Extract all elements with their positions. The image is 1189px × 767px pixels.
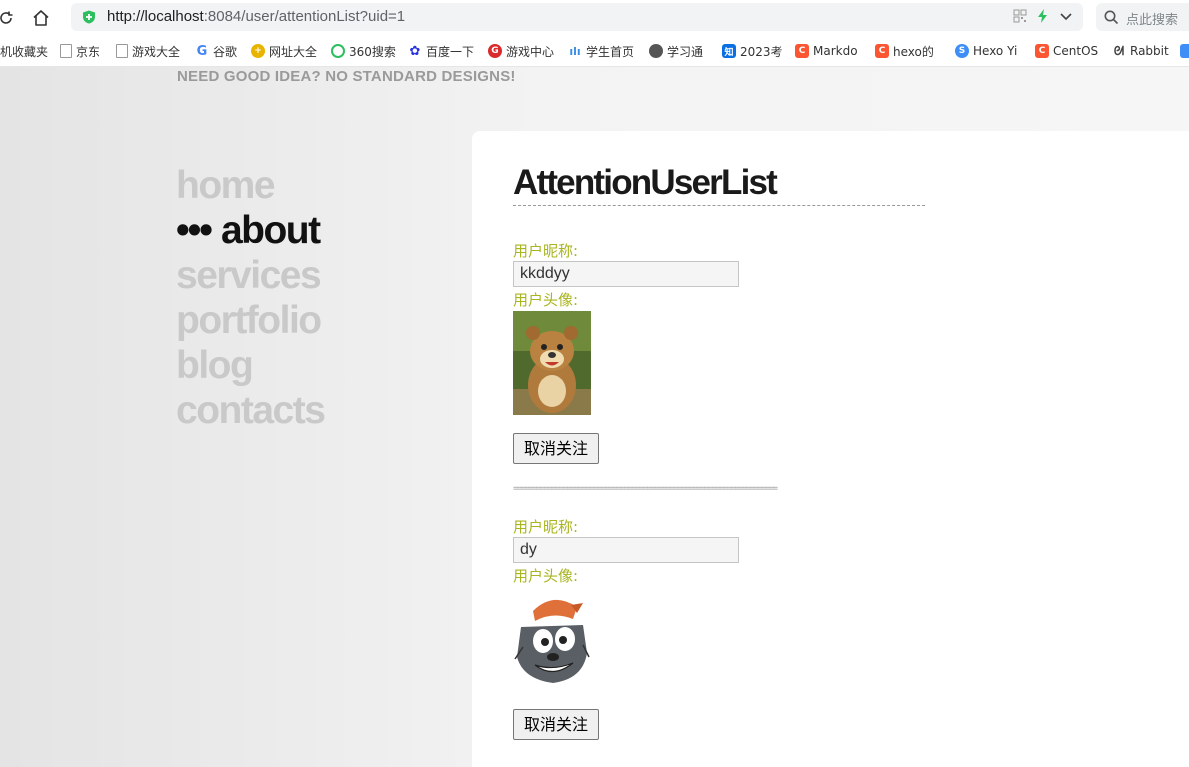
entry-separator: ========================================… — [513, 484, 778, 494]
search-placeholder: 点此搜索 — [1126, 13, 1179, 28]
bookmark-item[interactable]: G 谷歌 — [195, 42, 237, 60]
bookmark-label: 网址大全 — [269, 44, 318, 59]
bookmarks-bar: 机收藏夹 京东 游戏大全 G 谷歌 + 网址大全 360搜索 ✿ 百度一下 G 游戏中心… — [0, 36, 1189, 67]
bookmark-item[interactable]: 京东 — [60, 42, 100, 60]
bookmark-item[interactable]: 知 2023考 — [722, 42, 784, 60]
bookmark-label: 学生首页 — [586, 44, 635, 59]
bookmark-label: 学习通 — [667, 44, 704, 59]
page-icon — [60, 44, 72, 58]
tagline: NEED GOOD IDEA? NO STANDARD DESIGNS! — [177, 68, 516, 85]
bookmark-label: 百度一下 — [426, 44, 475, 59]
bookmark-item[interactable]: G 游戏中心 — [488, 42, 554, 60]
csdn-icon: C — [795, 44, 809, 58]
bookmark-label: 2023考 — [740, 44, 783, 59]
globe-icon — [649, 44, 663, 58]
plus-circle-icon: + — [251, 44, 265, 58]
browser-toolbar: http://localhost:8084/user/attentionList… — [0, 0, 1189, 36]
avatar-label: 用户头像: — [513, 291, 579, 309]
bookmark-item[interactable]: C CentOS — [1035, 42, 1099, 60]
nav-contacts[interactable]: contacts — [176, 388, 326, 433]
nav-blog[interactable]: blog — [176, 343, 324, 388]
url-text: http://localhost:8084/user/attentionList… — [107, 8, 406, 25]
bear-avatar — [513, 311, 591, 415]
nav-portfolio[interactable]: portfolio — [176, 298, 324, 343]
bookmark-item[interactable]: + 网址大全 — [251, 42, 317, 60]
nickname-label: 用户昵称: — [513, 518, 579, 536]
bookmark-label: 游戏大全 — [132, 44, 181, 59]
nav-label: about — [220, 209, 321, 252]
nav-about[interactable]: ••• about — [176, 208, 324, 253]
game-center-icon: G — [488, 44, 502, 58]
bookmark-item[interactable]: ᘛ Rabbit — [1112, 42, 1172, 60]
bookmark-label: 京东 — [76, 44, 101, 59]
bookmark-label: Rabbit — [1130, 44, 1169, 58]
search-icon — [1104, 10, 1119, 25]
page-body: NEED GOOD IDEA? NO STANDARD DESIGNS! hom… — [0, 67, 1189, 767]
nickname-label: 用户昵称: — [513, 242, 579, 260]
reload-icon[interactable] — [0, 6, 18, 30]
bookmark-item[interactable]: Chexo的 — [875, 42, 943, 60]
bookmark-label: 360搜索 — [349, 44, 396, 59]
nickname-field[interactable] — [513, 537, 739, 563]
bars-icon: ılı — [569, 44, 581, 58]
title-divider — [513, 205, 925, 206]
bookmark-label: 游戏中心 — [506, 44, 555, 59]
page-title: AttentionUserList — [513, 163, 778, 202]
lightning-icon[interactable] — [1037, 8, 1049, 27]
page-icon — [116, 44, 128, 58]
unfollow-button[interactable]: 取消关注 — [513, 433, 600, 464]
bookmark-item[interactable]: 游戏大全 — [116, 42, 180, 60]
user-entry: 用户昵称: 用户头像: 取消关注 — [513, 517, 925, 740]
nav-home[interactable]: home — [176, 163, 324, 208]
nav-label: home — [176, 164, 276, 207]
avatar-label: 用户头像: — [513, 567, 579, 585]
qr-code-icon[interactable] — [1013, 8, 1027, 27]
bookmark-item[interactable]: ılı 学生首页 — [568, 42, 636, 60]
s-icon: S — [955, 44, 969, 58]
nickname-field[interactable] — [513, 261, 739, 287]
bookmark-item[interactable]: S Hexo Yi — [955, 42, 1023, 60]
chevron-down-icon[interactable] — [1059, 8, 1073, 27]
bookmark-item[interactable]: ✿ 百度一下 — [408, 42, 474, 60]
nav-services[interactable]: services — [176, 253, 324, 298]
wolf-avatar — [513, 587, 591, 691]
bookmark-item[interactable]: 学习通 — [649, 42, 713, 60]
secure-shield-icon — [83, 10, 95, 24]
google-icon: G — [196, 43, 208, 59]
folder-icon — [1180, 44, 1189, 58]
content-panel: AttentionUserList 用户昵称: 用户头像: — [472, 131, 1189, 767]
bookmark-item[interactable]: C Markdo — [795, 42, 865, 60]
nav-label: services — [176, 254, 322, 297]
zhihu-icon: 知 — [722, 44, 736, 58]
csdn-icon: C — [1035, 44, 1049, 58]
bookmark-label: 谷歌 — [213, 44, 238, 59]
bookmark-label: 机收藏夹 — [0, 44, 49, 59]
360-icon — [331, 44, 345, 58]
bookmark-label: Markdo — [813, 44, 858, 58]
bookmark-label: Hexo Yi — [973, 44, 1018, 58]
unfollow-button[interactable]: 取消关注 — [513, 709, 600, 740]
attention-list: AttentionUserList 用户昵称: 用户头像: — [513, 161, 925, 740]
search-input[interactable]: 点此搜索 — [1096, 3, 1189, 31]
bookmark-label: CentOS — [1053, 44, 1099, 58]
baidu-paw-icon: ✿ — [409, 43, 421, 59]
rabbit-icon: ᘛ — [1113, 43, 1125, 58]
nav-label: blog — [176, 344, 254, 387]
home-icon[interactable] — [29, 6, 53, 30]
nav-label: contacts — [176, 389, 326, 432]
bookmark-item[interactable]: 360搜索 — [331, 42, 396, 60]
address-bar[interactable]: http://localhost:8084/user/attentionList… — [71, 3, 1083, 31]
user-entry: 用户昵称: 用户头像: 取消 — [513, 241, 925, 464]
main-nav: home ••• about services portfolio blog co… — [176, 163, 326, 433]
csdn-icon: C — [875, 44, 889, 58]
nav-label: portfolio — [176, 299, 322, 342]
bookmark-item[interactable]: 机收藏夹 — [0, 42, 48, 60]
bookmark-overflow[interactable] — [1180, 42, 1189, 60]
bookmark-label: hexo的 — [893, 44, 934, 59]
active-dots-icon: ••• — [176, 209, 213, 252]
